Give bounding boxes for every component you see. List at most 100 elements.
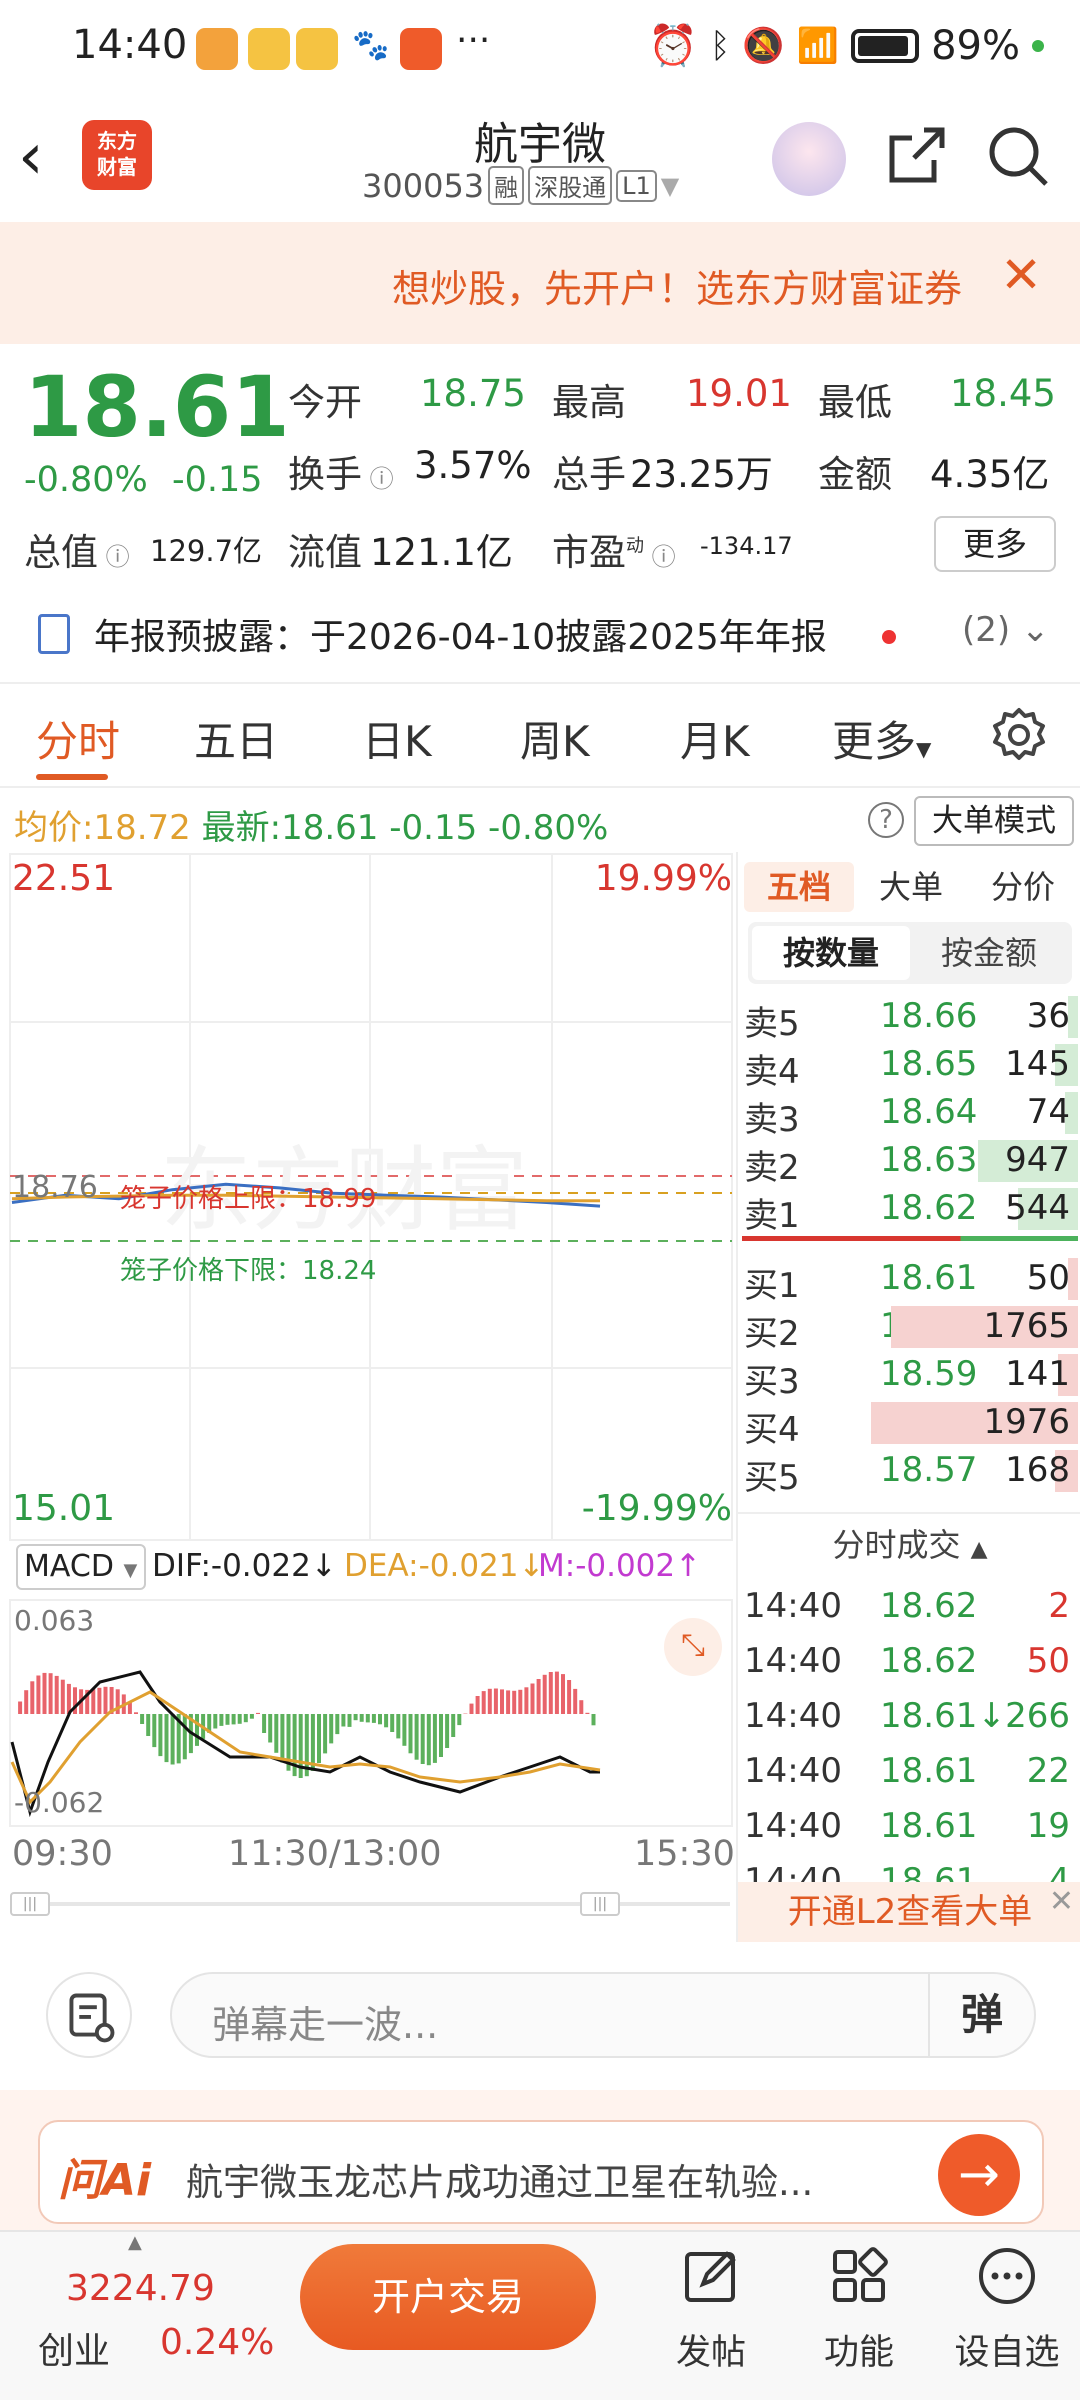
- danmaku-input[interactable]: 弹幕走一波... 弹: [170, 1972, 1036, 2058]
- ask-row[interactable]: 卖3 18.64 74: [744, 1088, 1078, 1140]
- trade-row[interactable]: 14:40 18.61 19: [744, 1798, 1078, 1852]
- tab-intraday[interactable]: 分时: [36, 708, 120, 769]
- alarm-icon: ⏰: [648, 23, 698, 69]
- high-value: 19.01: [686, 372, 792, 415]
- open-account-banner[interactable]: 想炒股，先开户！选东方财富证券 ✕: [0, 222, 1080, 344]
- index-name[interactable]: 创业: [38, 2322, 110, 2374]
- volume-value: 23.25万: [630, 453, 773, 496]
- macd-bar: [66, 1683, 71, 1714]
- trade-time: 14:40: [744, 1696, 842, 1736]
- tab-big-orders[interactable]: 大单: [856, 862, 966, 912]
- macd-bar: [256, 1712, 260, 1714]
- ask-volume: 74: [1026, 1092, 1070, 1132]
- slider-left-handle[interactable]: |||: [10, 1892, 50, 1916]
- tab-more[interactable]: 更多▼: [832, 708, 931, 769]
- index-percent[interactable]: 0.24%: [160, 2322, 274, 2363]
- bid-row[interactable]: 买5 18.57 168: [744, 1446, 1078, 1498]
- trade-row[interactable]: 14:40 18.62 2: [744, 1578, 1078, 1632]
- search-icon[interactable]: [986, 124, 1050, 188]
- ai-suggestion-box[interactable]: 问Ai 航宇微玉龙芯片成功通过卫星在轨验... →: [38, 2120, 1044, 2224]
- trade-row[interactable]: 14:40 18.61 22: [744, 1743, 1078, 1797]
- bid-row[interactable]: 买3 18.59 141: [744, 1350, 1078, 1402]
- macd-bar: [310, 1714, 315, 1771]
- trade-row[interactable]: 14:40 18.61↓ 266: [744, 1688, 1078, 1742]
- tab-five-day[interactable]: 五日: [194, 708, 278, 769]
- tab-daily-k[interactable]: 日K: [362, 708, 432, 769]
- trade-volume: 22: [1026, 1751, 1070, 1791]
- open-l2-button[interactable]: 开通L2查看大单: [738, 1882, 1080, 1942]
- stock-code-row[interactable]: 300053 融 深股通 L1 ▼: [362, 166, 679, 205]
- macd-bar: [439, 1714, 443, 1757]
- tab-five-levels[interactable]: 五档: [744, 862, 854, 912]
- robot-assistant-icon[interactable]: [772, 122, 846, 196]
- nav-functions[interactable]: 功能: [804, 2238, 914, 2388]
- ask-volume: 145: [1005, 1044, 1070, 1084]
- bid-row[interactable]: 买1 18.61 50: [744, 1254, 1078, 1306]
- bid-label: 买4: [744, 1410, 800, 1450]
- ask-row[interactable]: 卖5 18.66 36: [744, 992, 1078, 1044]
- close-icon[interactable]: ✕: [1000, 246, 1042, 304]
- bottom-nav: ▲ 3224.79 创业 0.24% 开户交易 发帖 功能 设自选: [0, 2230, 1080, 2400]
- ask-row[interactable]: 卖1 18.62 544: [744, 1184, 1078, 1236]
- gear-icon[interactable]: [990, 706, 1048, 764]
- open-account-trade-button[interactable]: 开户交易: [300, 2244, 596, 2350]
- index-value[interactable]: 3224.79: [66, 2268, 215, 2309]
- macd-dea: DEA:-0.021↓: [344, 1548, 545, 1584]
- open-value: 18.75: [420, 372, 526, 415]
- dropdown-triangle-icon: ▼: [660, 171, 680, 200]
- tab-weekly-k[interactable]: 周K: [520, 708, 590, 769]
- post-settings-icon[interactable]: [46, 1972, 132, 2058]
- bid-row[interactable]: 买418.581976: [744, 1398, 1078, 1450]
- macd-bar: [408, 1714, 413, 1754]
- bid-row[interactable]: 买218.601765: [744, 1302, 1078, 1354]
- nav-post[interactable]: 发帖: [656, 2238, 766, 2388]
- trade-price: 18.62: [880, 1641, 978, 1681]
- ask-ai-bar[interactable]: 问Ai 航宇微玉龙芯片成功通过卫星在轨验... →: [0, 2090, 1080, 2230]
- current-price: 18.61: [24, 358, 290, 456]
- macd-bar: [48, 1673, 53, 1714]
- trade-row[interactable]: 14:40 18.62 50: [744, 1633, 1078, 1687]
- macd-bar: [335, 1714, 340, 1735]
- avg-latest-line: 均价:18.72 最新:18.61 -0.15 -0.80%: [14, 808, 609, 848]
- trade-time: 14:40: [744, 1641, 842, 1681]
- ai-suggestion-text: 航宇微玉龙芯片成功通过卫星在轨验...: [186, 2161, 814, 2204]
- trade-time: 14:40: [744, 1586, 842, 1626]
- macd-bar: [158, 1714, 163, 1757]
- time-range-slider[interactable]: ||| |||: [10, 1892, 734, 1916]
- trade-price: 18.61: [880, 1806, 978, 1846]
- change-percent: -0.80%: [24, 460, 148, 500]
- arrow-right-icon[interactable]: →: [938, 2134, 1020, 2216]
- info-icon[interactable]: ⓘ: [98, 543, 130, 571]
- by-quantity-button[interactable]: 按数量: [752, 926, 910, 980]
- time-mid: 11:30/13:00: [228, 1834, 442, 1874]
- macd-selector[interactable]: MACD ▼: [16, 1544, 146, 1590]
- slider-right-handle[interactable]: |||: [580, 1892, 620, 1916]
- help-icon[interactable]: ?: [868, 802, 904, 838]
- triangle-up-icon: ▲: [128, 2232, 142, 2253]
- nav-add-watchlist[interactable]: 设自选: [952, 2238, 1062, 2388]
- by-amount-button[interactable]: 按金额: [910, 926, 1068, 980]
- bluetooth-icon: ᛒ: [710, 25, 731, 66]
- report-count[interactable]: (2) ⌄: [962, 610, 1049, 650]
- expand-icon[interactable]: ⤡: [664, 1618, 722, 1676]
- more-button[interactable]: 更多: [934, 516, 1056, 572]
- danmaku-toggle-icon[interactable]: 弹: [928, 1974, 1034, 2056]
- tab-monthly-k[interactable]: 月K: [680, 708, 750, 769]
- info-icon[interactable]: ⓘ: [362, 465, 394, 493]
- macd-bar: [451, 1714, 456, 1737]
- macd-bar: [573, 1688, 578, 1714]
- ask-row[interactable]: 卖4 18.65 145: [744, 1040, 1078, 1092]
- annual-report-notice[interactable]: 年报预披露：于2026-04-10披露2025年年报 (2) ⌄: [0, 584, 1080, 684]
- intraday-chart[interactable]: 东方财富 22.51 19.99% 15.01 -19.99% 18.76 笼子…: [0, 852, 736, 1942]
- trades-title[interactable]: 分时成交 ▲: [738, 1520, 1080, 1566]
- info-icon[interactable]: ⓘ: [644, 543, 676, 571]
- tab-price-distribution[interactable]: 分价: [968, 862, 1078, 912]
- close-l2-icon[interactable]: ✕: [1049, 1884, 1074, 1919]
- bid-volume: 168: [1005, 1450, 1070, 1490]
- share-icon[interactable]: [884, 124, 948, 188]
- big-order-mode-button[interactable]: 大单模式: [914, 796, 1074, 846]
- ask-row[interactable]: 卖2 18.63 947: [744, 1136, 1078, 1188]
- status-bar: 14:40 🐾 ··· ⏰ ᛒ 🔕 📶 89%: [0, 0, 1080, 100]
- bid-price: 18.59: [880, 1354, 978, 1394]
- ask-label: 卖5: [744, 1004, 800, 1044]
